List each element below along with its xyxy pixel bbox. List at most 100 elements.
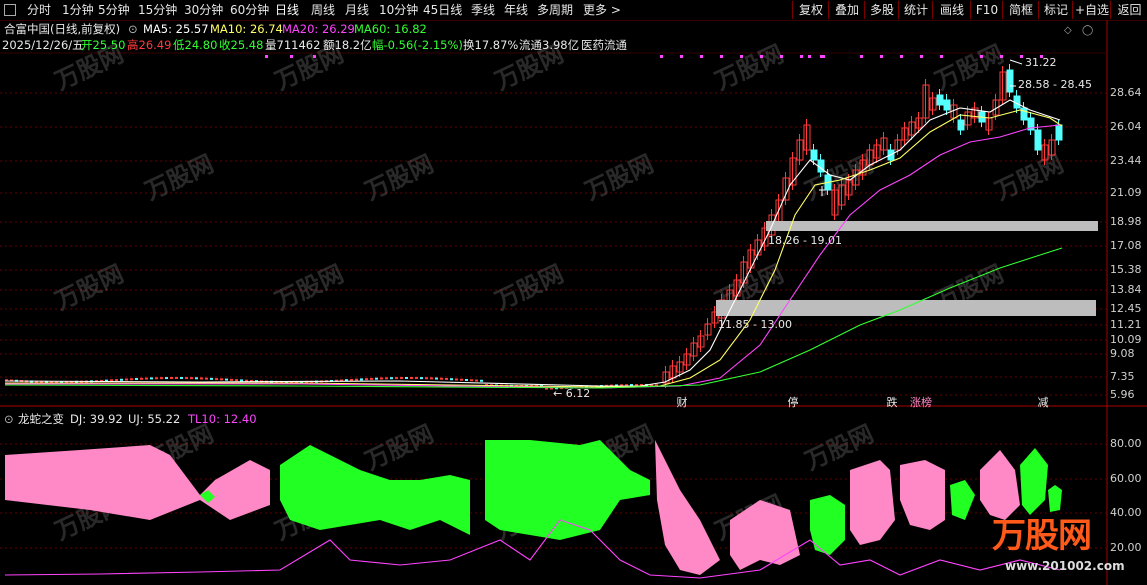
quote-open: 开25.50: [81, 38, 126, 52]
ma5-label: MA5: 25.57: [143, 22, 209, 36]
candle: [480, 379, 483, 382]
restore-icon[interactable]: ◇: [1064, 24, 1072, 38]
signal-dot: [860, 55, 863, 58]
candle: [460, 378, 463, 381]
candle: [160, 377, 163, 380]
candle: [395, 377, 398, 380]
indicator-uj: UJ: 55.22: [128, 412, 181, 426]
watermark-mark: 万股网: [361, 420, 438, 476]
quote-amount: 额18.2亿: [323, 38, 372, 52]
axis-tick: 5.96: [1110, 388, 1135, 401]
stock-name: 合富中国(日线,前复权): [4, 22, 121, 36]
signal-dot: [940, 55, 943, 58]
indicator-axis-tick: 40.00: [1110, 506, 1142, 519]
watermark-mark: 万股网: [491, 260, 568, 316]
candle: [115, 379, 118, 382]
axis-tick: 17.08: [1110, 239, 1142, 252]
axis-tick: 12.45: [1110, 302, 1142, 315]
candle: [355, 378, 358, 381]
axis-tick: 21.09: [1110, 186, 1142, 199]
candle: [365, 378, 368, 381]
resistance-box-upper: [766, 221, 1098, 231]
indicator-axis-tick: 20.00: [1110, 541, 1142, 554]
indicator-pink-area: [850, 460, 895, 545]
watermark-mark: 万股网: [361, 150, 438, 206]
quote-high: 高26.49: [127, 38, 172, 52]
candle: [130, 378, 133, 381]
signal-dot: [1000, 55, 1003, 58]
candle: [957, 119, 965, 131]
candle: [936, 94, 944, 106]
low-mark-label: ← 6.12: [553, 387, 591, 400]
candle: [430, 377, 433, 380]
candle: [215, 378, 218, 381]
axis-tick: 13.84: [1110, 283, 1142, 296]
ma60-line: [4, 247, 1063, 389]
signal-dot: [700, 55, 703, 58]
signal-dot: [880, 55, 883, 58]
candle: [125, 378, 128, 381]
quote-volume: 量711462: [265, 38, 321, 52]
indicator-pink-area: [980, 450, 1020, 520]
candle: [470, 379, 473, 382]
settings-icon[interactable]: ⊙: [128, 22, 138, 36]
watermark-url: www.201002.com: [1005, 559, 1125, 573]
event-suspend[interactable]: 停: [785, 396, 801, 410]
axis-tick: 7.35: [1110, 370, 1135, 383]
signal-dot: [720, 55, 723, 58]
candle: [375, 377, 378, 380]
candle: [170, 377, 173, 380]
indicator-toggle-icon[interactable]: ⊙: [4, 412, 14, 426]
indicator-green-area: [1020, 448, 1048, 515]
candle: [210, 377, 213, 380]
signal-dot: [740, 55, 743, 58]
candle: [240, 379, 243, 382]
signal-dot: [800, 55, 803, 58]
candle: [135, 378, 138, 381]
peak-pointer: [1009, 59, 1023, 65]
event-list[interactable]: 涨榜: [901, 396, 941, 410]
candle: [120, 378, 123, 381]
candle: [185, 377, 188, 380]
candle: [360, 378, 363, 381]
candle: [943, 99, 951, 111]
candle: [150, 377, 153, 380]
quote-date: 2025/12/26/五: [2, 38, 84, 52]
quote-change: 幅-0.56(-2.15%): [372, 38, 463, 52]
candle: [450, 378, 453, 381]
candle: [1020, 107, 1028, 121]
indicator-dj: DJ: 39.92: [70, 412, 123, 426]
candle: [175, 377, 178, 380]
event-reduce[interactable]: 减: [1035, 396, 1051, 410]
candle: [400, 377, 403, 380]
quote-turnover: 换17.87%: [463, 38, 519, 52]
ma5-line: [4, 99, 1061, 387]
indicator-green-area: [1048, 485, 1062, 512]
candle: [1034, 129, 1042, 151]
signal-dot: [290, 55, 293, 58]
candle: [415, 377, 418, 380]
candle: [190, 377, 193, 380]
signal-dot: [980, 55, 983, 58]
candle: [1055, 124, 1063, 141]
event-drop[interactable]: 跌: [884, 396, 900, 410]
candle: [410, 377, 413, 380]
signal-dot: [265, 55, 268, 58]
candle: [465, 379, 468, 382]
candle: [230, 378, 233, 381]
candle: [140, 377, 143, 380]
candle: [370, 377, 373, 380]
event-finance[interactable]: 财: [674, 396, 690, 410]
indicator-tl10: TL10: 12.40: [188, 412, 257, 426]
price-chart[interactable]: 万股网 万股网 万股网 万股网 万股网万股网 万股网 万股网 万股网 万股网万股网 万股网 万股网万…: [0, 0, 1147, 585]
close-icon[interactable]: ◯: [1082, 24, 1093, 38]
candle: [180, 377, 183, 380]
peak-label: 31.22: [1025, 56, 1057, 69]
svg-text:万股网: 万股网: [141, 150, 218, 206]
candle: [420, 377, 423, 380]
signal-dot: [760, 55, 763, 58]
candle: [390, 377, 393, 380]
svg-text:万股网: 万股网: [491, 260, 568, 316]
svg-text:万股网: 万股网: [51, 260, 128, 316]
svg-text:万股网: 万股网: [581, 150, 658, 206]
